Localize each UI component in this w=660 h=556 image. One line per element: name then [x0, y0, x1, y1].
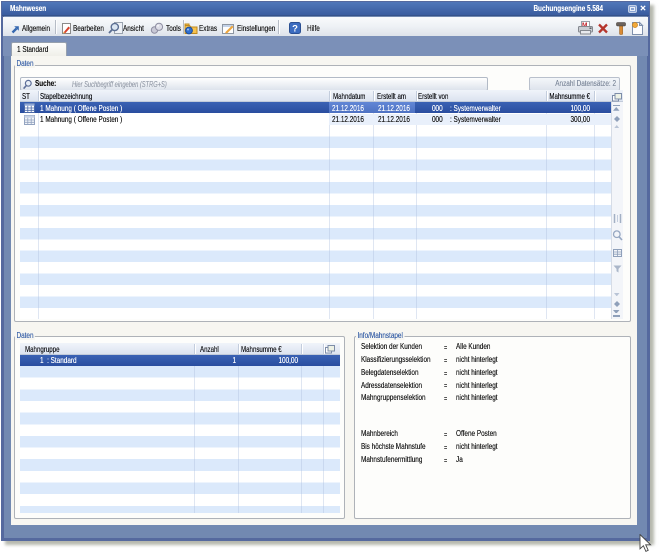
svg-text:?: ? — [292, 23, 298, 34]
